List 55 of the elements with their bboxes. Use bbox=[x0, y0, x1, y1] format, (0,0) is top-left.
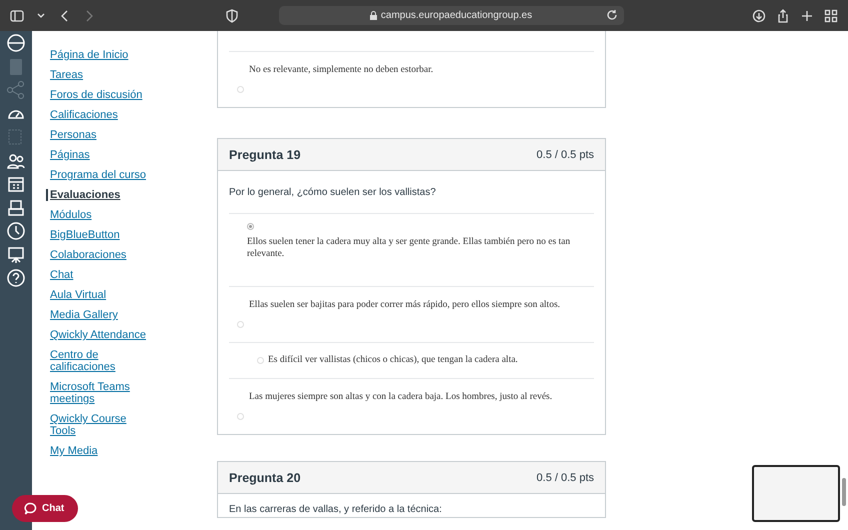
address-bar[interactable]: campus.europaeducationgroup.es bbox=[278, 6, 624, 25]
course-nav-link[interactable]: Aula Virtual bbox=[50, 289, 106, 301]
sidebar-icon[interactable] bbox=[10, 8, 24, 22]
question-title: Pregunta 19 bbox=[229, 148, 301, 162]
clock-icon[interactable] bbox=[6, 221, 26, 241]
radio-button[interactable] bbox=[257, 356, 264, 364]
answer-text: Ellos suelen tener la cadera muy alta y ser gente grande. Ellas también pero no es tan relevante. bbox=[247, 236, 572, 260]
answer-text: No es relevante, simplemente no deben estorbar. bbox=[249, 64, 434, 76]
course-nav-link[interactable]: Páginas bbox=[50, 149, 90, 161]
course-nav-link[interactable]: Chat bbox=[50, 269, 74, 281]
course-nav-link[interactable]: Microsoft Teams meetings bbox=[50, 381, 150, 405]
course-nav-link[interactable]: Qwickly Attendance bbox=[50, 329, 146, 341]
radio-button[interactable] bbox=[237, 86, 244, 93]
question-points: 0.5 / 0.5 pts bbox=[536, 472, 594, 484]
radio-button[interactable] bbox=[237, 413, 244, 420]
course-nav-link[interactable]: My Media bbox=[50, 445, 98, 457]
answer-text: Las mujeres siempre son altas y con la cadera baja. Los hombres, justo al revés. bbox=[249, 391, 554, 403]
question-points: 0.5 / 0.5 pts bbox=[536, 148, 594, 160]
question-text: Por lo general, ¿cómo suelen ser los vallistas? bbox=[228, 186, 437, 200]
plus-icon[interactable] bbox=[800, 8, 814, 22]
course-nav-link[interactable]: BigBlueButton bbox=[50, 229, 120, 241]
course-nav-link[interactable]: Módulos bbox=[50, 209, 92, 221]
radio-button[interactable] bbox=[237, 321, 244, 328]
share-nodes-icon[interactable] bbox=[6, 80, 26, 100]
course-nav-link[interactable]: Personas bbox=[50, 129, 96, 141]
course-nav-link[interactable]: Media Gallery bbox=[50, 309, 118, 321]
answer-text: Es difícil ver vallistas (chicos o chicas), que tengan la cadera alta. bbox=[268, 354, 518, 366]
screenshot-thumbnail[interactable] bbox=[752, 465, 840, 522]
download-icon[interactable] bbox=[752, 8, 766, 22]
url-text: campus.europaeducationgroup.es bbox=[380, 10, 532, 21]
tabs-grid-icon[interactable] bbox=[824, 8, 838, 22]
account-icon[interactable] bbox=[6, 33, 26, 53]
course-nav-link[interactable]: Evaluaciones bbox=[50, 189, 120, 201]
inbox-icon[interactable] bbox=[6, 198, 26, 218]
course-nav-link[interactable]: Programa del curso bbox=[50, 169, 146, 181]
radio-button[interactable] bbox=[247, 223, 254, 230]
shield-icon[interactable] bbox=[224, 8, 238, 22]
help-icon[interactable] bbox=[6, 268, 26, 288]
chat-button[interactable]: Chat bbox=[12, 495, 78, 522]
reload-icon[interactable] bbox=[606, 9, 618, 21]
lock-icon bbox=[370, 11, 377, 20]
question-text: En las carreras de vallas, y referido a la técnica: bbox=[228, 503, 443, 517]
speech-bubble-icon bbox=[24, 502, 37, 515]
course-nav-link[interactable]: Página de Inicio bbox=[50, 49, 128, 61]
course-nav-link[interactable]: Calificaciones bbox=[50, 109, 118, 121]
course-nav-link[interactable]: Foros de discusión bbox=[50, 89, 142, 101]
question-title: Pregunta 20 bbox=[229, 470, 301, 484]
course-nav-link[interactable]: Colaboraciones bbox=[50, 249, 126, 261]
course-nav-link[interactable]: Qwickly Course Tools bbox=[50, 413, 150, 437]
course-nav-link[interactable]: Tareas bbox=[50, 69, 84, 81]
share-icon[interactable] bbox=[776, 8, 790, 22]
course-nav-link[interactable]: Centro de calificaciones bbox=[50, 349, 150, 373]
answer-text: Ellas suelen ser bajitas para poder correr más rápido, pero ellos siempre son altos. bbox=[249, 299, 562, 311]
presentation-icon[interactable] bbox=[6, 244, 26, 264]
scrollbar-thumb[interactable] bbox=[842, 478, 846, 506]
